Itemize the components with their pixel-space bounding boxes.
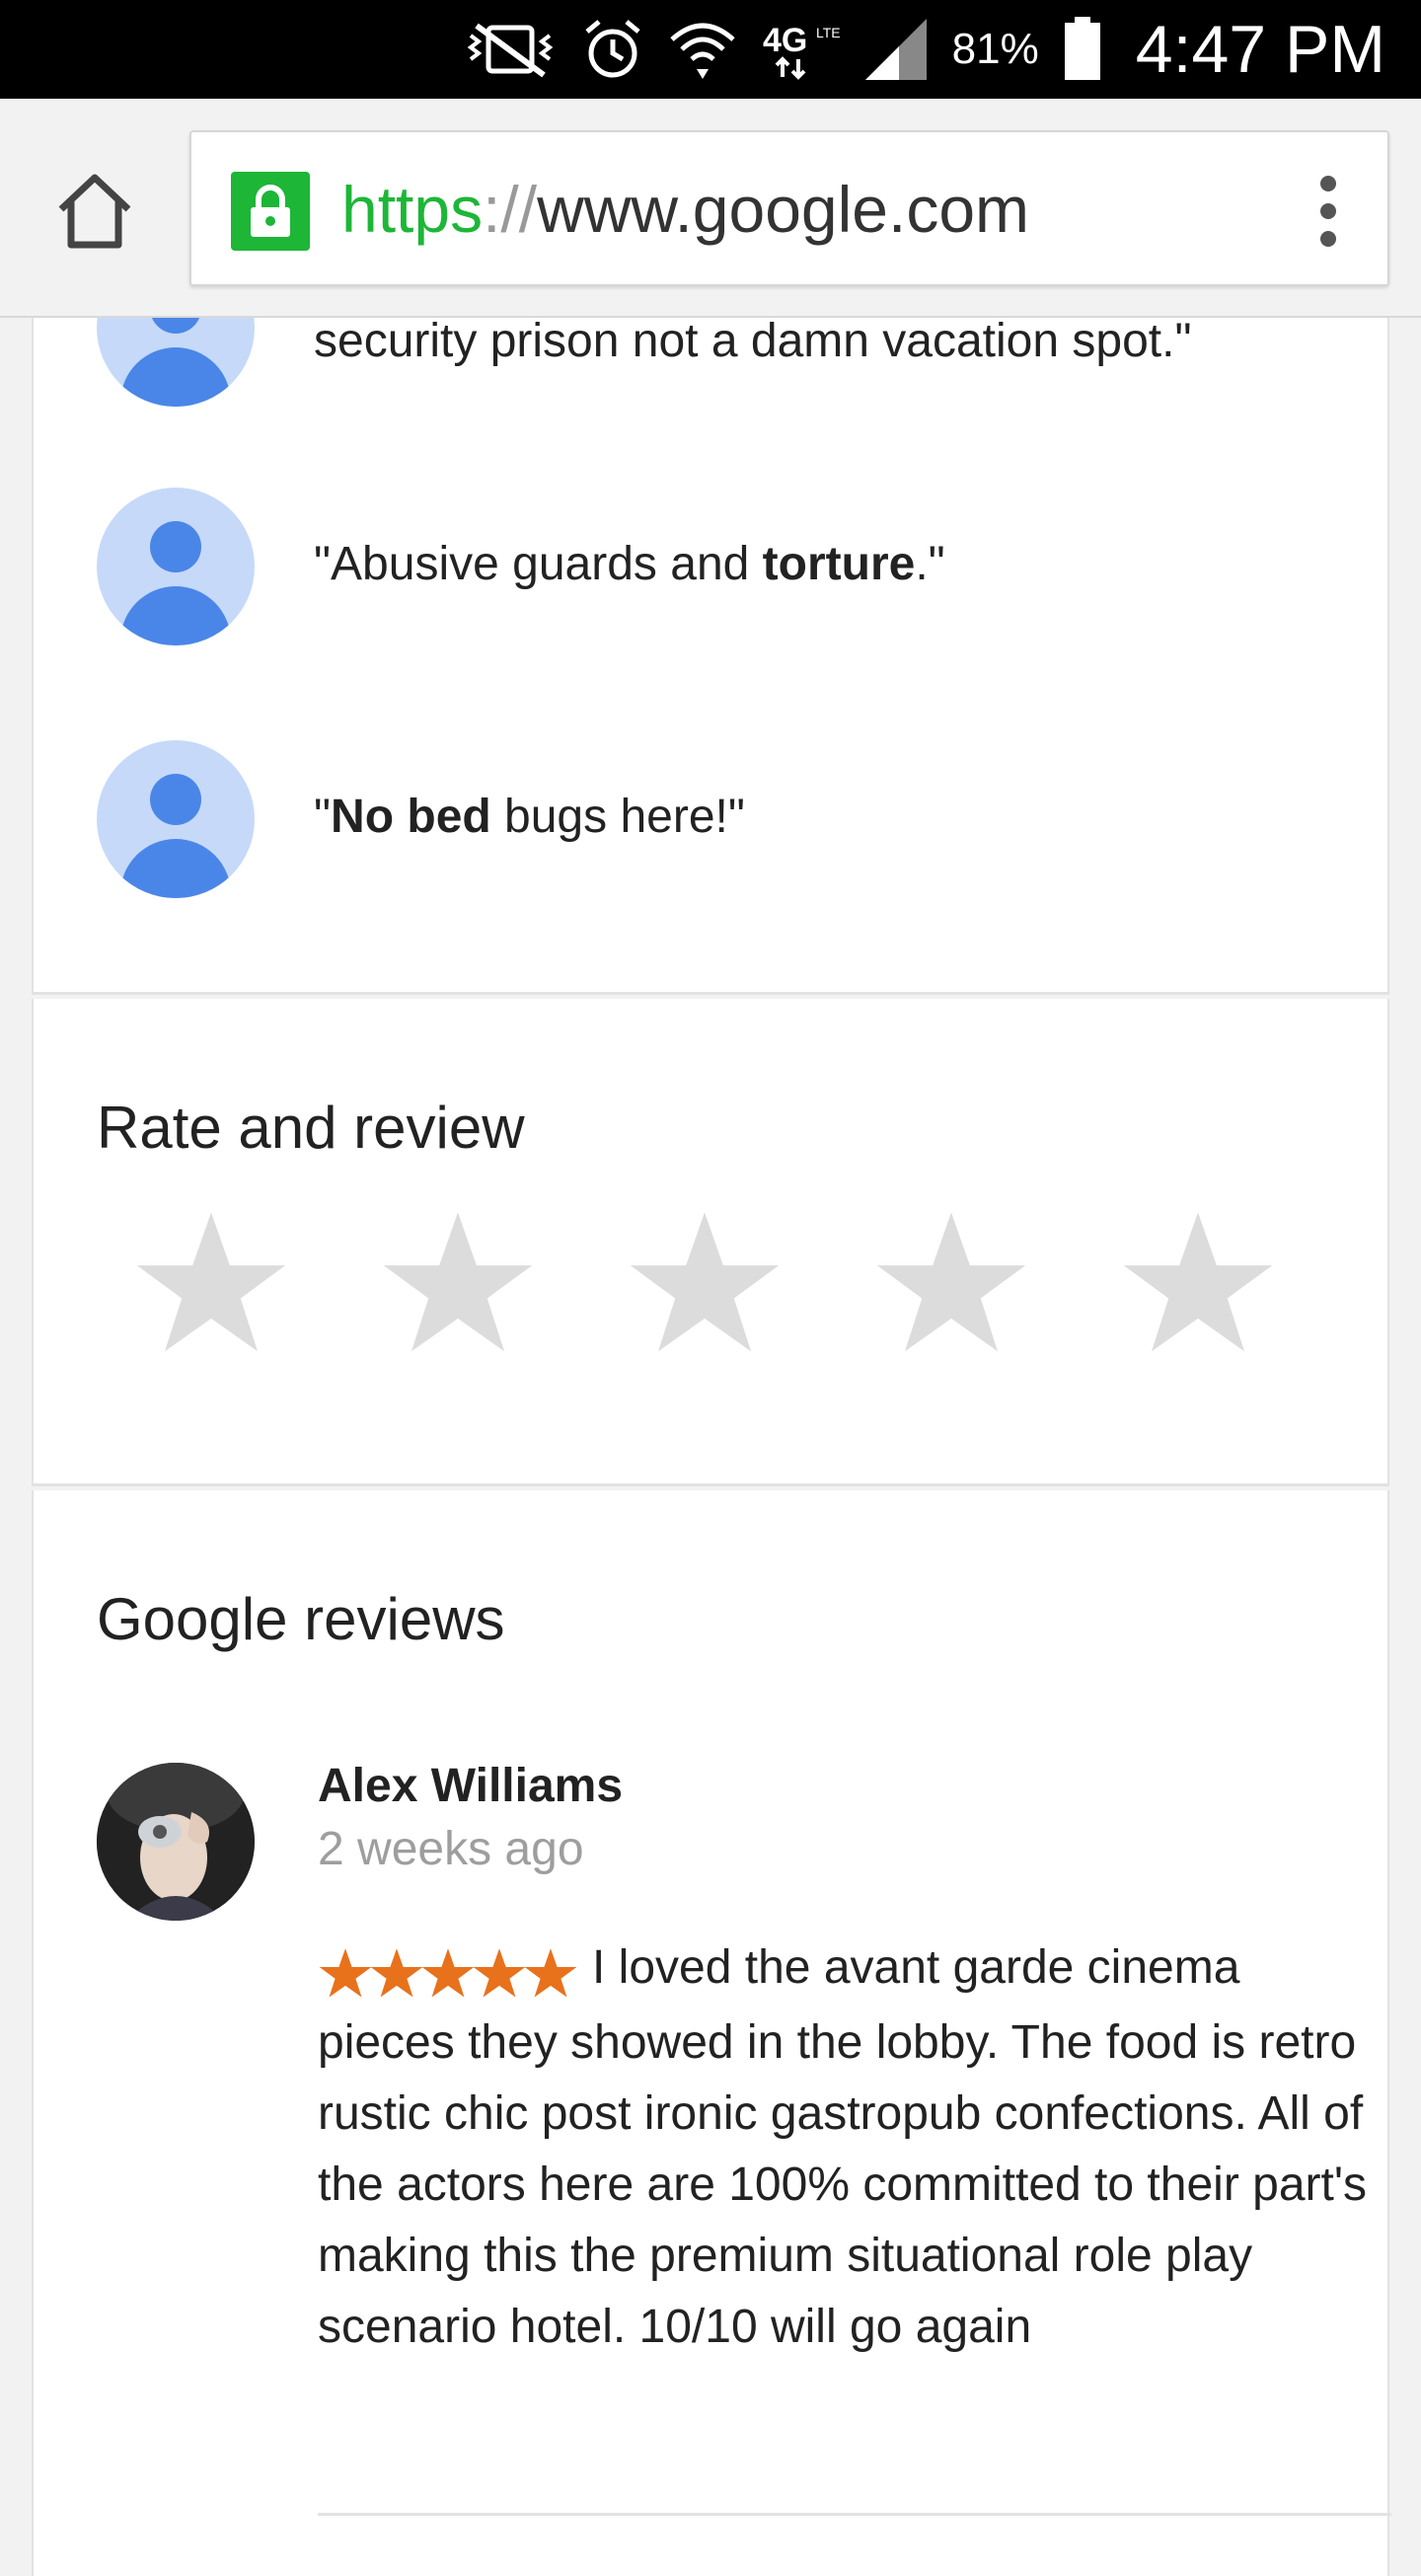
snippet-avatar — [97, 488, 255, 645]
alarm-icon — [585, 20, 640, 78]
home-icon — [58, 174, 131, 249]
snippet-text-run: " — [314, 791, 332, 843]
review-divider — [318, 2513, 1391, 2516]
rate-star-2-button[interactable] — [379, 1206, 537, 1364]
review-body: I loved the avant garde cinema pieces th… — [318, 1932, 1368, 2363]
svg-text:4G: 4G — [763, 22, 807, 59]
url-host: www.google.com — [537, 173, 1030, 246]
avatar-body — [120, 839, 231, 898]
address-bar[interactable]: https://www.google.com — [189, 130, 1389, 286]
wifi-icon — [669, 23, 735, 79]
rate-section-title: Rate and review — [97, 1095, 525, 1161]
avatar-head — [150, 521, 201, 572]
battery-percentage: 81% — [951, 25, 1039, 73]
network-4g-icon: 4G LTE — [763, 22, 840, 80]
review-star-icon — [319, 1948, 372, 1998]
svg-text:LTE: LTE — [816, 25, 840, 40]
review-snippets-card: security prison not a damn vacation spot… — [32, 249, 1389, 995]
battery-icon — [1064, 17, 1100, 80]
clock: 4:47 PM — [1135, 12, 1385, 87]
snippet-text-run: bugs here!" — [490, 791, 745, 843]
url-scheme: https — [341, 173, 484, 246]
snippet-avatar — [97, 740, 255, 898]
avatar-body — [120, 347, 231, 407]
snippet-text-run: torture — [762, 538, 916, 590]
menu-dot — [1320, 203, 1336, 219]
review-star-icon — [473, 1948, 526, 1998]
rate-star-4-button[interactable] — [872, 1206, 1030, 1364]
mute-vibrate-icon — [467, 23, 554, 78]
snippet-text-run: "Abusive guards and — [314, 538, 763, 590]
avatar-body — [120, 586, 231, 645]
browser-toolbar: https://www.google.com — [0, 99, 1421, 318]
rate-star-3-button[interactable] — [626, 1206, 784, 1364]
review-star-icon — [370, 1948, 423, 1998]
snippet-text: "Abusive guards and torture." — [314, 537, 945, 591]
rate-and-review-card: Rate and review — [32, 999, 1389, 1486]
reviews-section-title: Google reviews — [97, 1586, 505, 1652]
lock-icon — [231, 172, 310, 251]
snippet-text-run: No bed — [331, 791, 491, 843]
status-icons: 4G LTE 81% 4:47 PM — [463, 0, 1385, 99]
review-rating-stars — [318, 1936, 577, 2008]
rating-stars — [132, 1206, 1316, 1364]
google-reviews-card: Google reviews Alex Williams 2 weeks ago… — [32, 1490, 1391, 2576]
signal-icon — [864, 19, 927, 80]
rate-star-5-button[interactable] — [1119, 1206, 1277, 1364]
menu-dot — [1320, 176, 1336, 191]
rate-star-1-button[interactable] — [132, 1206, 290, 1364]
review-time: 2 weeks ago — [318, 1823, 584, 1875]
overflow-menu-button[interactable] — [1316, 176, 1340, 247]
reviewer-name[interactable]: Alex Williams — [318, 1759, 623, 1813]
review-star-icon — [524, 1948, 577, 1998]
avatar-head — [150, 774, 201, 825]
star-icon — [1123, 1212, 1273, 1352]
snippet-text-run: ." — [915, 538, 945, 590]
reviewer-avatar[interactable] — [97, 1763, 255, 1921]
status-bar: 4G LTE 81% 4:47 PM — [0, 0, 1421, 99]
snippet-text: "No bed bugs here!" — [314, 790, 745, 844]
url-text[interactable]: https://www.google.com — [341, 170, 1029, 249]
star-icon — [136, 1212, 286, 1352]
snippet-text: security prison not a damn vacation spot… — [314, 314, 1192, 368]
menu-dot — [1320, 231, 1336, 247]
review-star-icon — [421, 1948, 475, 1998]
star-icon — [876, 1212, 1026, 1352]
star-icon — [630, 1212, 780, 1352]
snippet-text-run: security prison not a damn vacation spot… — [314, 315, 1192, 367]
star-icon — [383, 1212, 533, 1352]
home-button[interactable] — [53, 170, 136, 253]
url-separator: :// — [483, 173, 538, 246]
